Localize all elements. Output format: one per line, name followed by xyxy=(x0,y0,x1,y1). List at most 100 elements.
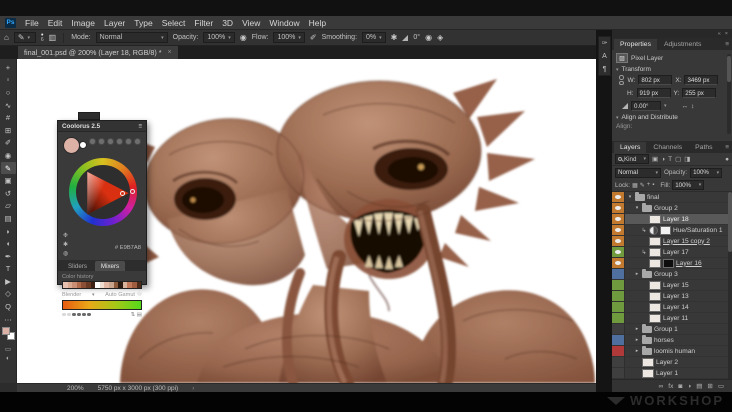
menu-item[interactable]: Image xyxy=(71,18,95,28)
layer-row[interactable]: Layer 15 copy 2 xyxy=(612,236,732,247)
layer-opacity-select[interactable]: 100% ▾ xyxy=(690,167,723,178)
properties-scrollbar[interactable] xyxy=(727,54,731,134)
layer-mask-thumbnail[interactable] xyxy=(663,258,674,268)
flip-gradient-icon[interactable]: ⇅ xyxy=(131,312,136,318)
menu-item[interactable]: File xyxy=(25,18,39,28)
flow-select[interactable]: 100% ▾ xyxy=(273,32,305,43)
visibility-toggle[interactable] xyxy=(612,368,625,379)
menu-item[interactable]: Help xyxy=(309,18,326,28)
layer-name[interactable]: horses xyxy=(654,337,674,344)
history-swatch[interactable] xyxy=(136,282,142,288)
brush-settings-icon[interactable]: ✑ xyxy=(602,39,608,47)
layer-name[interactable]: Layer 1 xyxy=(656,370,678,377)
lock-gamut-icon[interactable]: ◍ xyxy=(63,250,68,257)
layer-mask-icon[interactable]: ◙ xyxy=(678,383,682,390)
angle-dropdown-icon[interactable]: ▾ xyxy=(664,103,667,109)
layer-name[interactable]: Layer 18 xyxy=(663,216,689,223)
visibility-toggle[interactable] xyxy=(612,357,625,368)
quick-selection-tool[interactable]: ∿ xyxy=(1,99,16,112)
visibility-toggle[interactable] xyxy=(612,335,625,346)
marquee-tool[interactable]: ▫ xyxy=(1,74,16,87)
layer-blend-mode-select[interactable]: Normal ▾ xyxy=(615,167,661,178)
layer-thumbnail[interactable] xyxy=(642,324,652,333)
filter-toggle-icon[interactable]: ● xyxy=(725,156,729,163)
tab-adjustments[interactable]: Adjustments xyxy=(658,39,707,50)
coolorus-secondary-swatch[interactable] xyxy=(79,141,87,149)
expand-caret-icon[interactable] xyxy=(634,326,640,332)
collapse-panels-icon[interactable]: « xyxy=(718,31,721,37)
delete-layer-icon[interactable]: ▭ xyxy=(718,382,724,390)
layer-thumbnail[interactable] xyxy=(642,269,652,278)
layer-name[interactable]: Layer 15 xyxy=(663,282,689,289)
clone-stamp-tool[interactable]: ▣ xyxy=(1,174,16,187)
filter-adjustment-layers-icon[interactable]: ◑ xyxy=(661,156,665,163)
harmony-preset-icon[interactable] xyxy=(134,138,141,145)
visibility-toggle[interactable] xyxy=(612,203,625,214)
more-tools[interactable]: ⋯ xyxy=(1,313,16,326)
menu-item[interactable]: Window xyxy=(269,18,299,28)
visibility-toggle[interactable] xyxy=(612,280,625,291)
foreground-swatch[interactable] xyxy=(1,327,10,336)
expand-caret-icon[interactable] xyxy=(634,337,640,343)
quick-mask-icon[interactable]: ▭ xyxy=(5,345,11,353)
close-tab-icon[interactable]: × xyxy=(168,49,172,56)
layer-row[interactable]: Layer 2 xyxy=(612,357,732,368)
brush-preset-picker[interactable]: ✎ ▾ xyxy=(13,32,36,43)
crop-tool[interactable]: # xyxy=(1,111,16,124)
layer-effects-icon[interactable]: fx xyxy=(668,383,673,390)
x-field[interactable]: 3469 px xyxy=(684,75,719,85)
eraser-tool[interactable]: ▱ xyxy=(1,200,16,213)
settings-gear-icon[interactable]: ✱ xyxy=(63,241,68,248)
lasso-tool[interactable]: ○ xyxy=(1,86,16,99)
tab-mixers[interactable]: Mixers xyxy=(94,261,126,271)
width-field[interactable]: 802 px xyxy=(638,75,673,85)
lock-pixels-icon[interactable]: ✎ xyxy=(640,182,645,189)
layer-mask-thumbnail[interactable] xyxy=(660,225,671,235)
color-selector[interactable] xyxy=(120,191,125,196)
layer-thumbnail[interactable] xyxy=(642,357,654,367)
layers-menu-icon[interactable]: ≡ xyxy=(725,144,729,151)
layer-thumbnail[interactable] xyxy=(649,225,658,235)
height-field[interactable]: 919 px xyxy=(636,88,671,98)
layer-thumbnail[interactable] xyxy=(649,214,661,224)
layer-name[interactable]: Layer 2 xyxy=(656,359,678,366)
pressure-size-icon[interactable]: ◉ xyxy=(425,33,432,42)
layer-thumbnail[interactable] xyxy=(649,280,661,290)
visibility-toggle[interactable] xyxy=(612,291,625,302)
layer-row[interactable]: final xyxy=(612,192,732,203)
brush-angle-value[interactable]: 0° xyxy=(413,34,420,41)
layer-name[interactable]: Layer 14 xyxy=(663,304,689,311)
brush-preview[interactable]: • 6 xyxy=(41,32,44,43)
angle-field[interactable]: 0.00° xyxy=(631,101,661,111)
coolorus-panel-tab[interactable] xyxy=(78,112,100,120)
layer-thumbnail[interactable] xyxy=(642,335,652,344)
tab-sliders[interactable]: Sliders xyxy=(62,261,93,271)
pressure-opacity-icon[interactable]: ◉ xyxy=(240,33,247,42)
layer-thumbnail[interactable] xyxy=(635,192,645,201)
transform-section-label[interactable]: Transform xyxy=(622,66,651,73)
layer-name[interactable]: Group 3 xyxy=(654,271,678,278)
filter-shape-layers-icon[interactable]: ▢ xyxy=(675,155,681,163)
layer-name[interactable]: Layer 17 xyxy=(663,249,689,256)
layer-row[interactable]: horses xyxy=(612,335,732,346)
layer-name[interactable]: Hue/Saturation 1 xyxy=(673,227,723,234)
layer-row[interactable]: Layer 17 xyxy=(612,247,732,258)
layer-name[interactable]: loomis human xyxy=(654,348,695,355)
rgb-mode-icon[interactable]: ❉ xyxy=(63,232,68,239)
layer-row[interactable]: Group 3 xyxy=(612,269,732,280)
dodge-tool[interactable]: ◖ xyxy=(1,237,16,250)
gradient-tool[interactable]: ▤ xyxy=(1,212,16,225)
layer-name[interactable]: Layer 15 copy 2 xyxy=(663,238,710,245)
document-tab[interactable]: final_001.psd @ 200% (Layer 18, RGB/8) *… xyxy=(18,46,178,59)
brush-tool[interactable]: ✎ xyxy=(0,161,16,175)
harmony-preset-icon[interactable] xyxy=(125,138,132,145)
layer-thumbnail[interactable] xyxy=(649,291,661,301)
menu-item[interactable]: 3D xyxy=(222,18,233,28)
brush-panel-toggle-icon[interactable]: ▥ xyxy=(49,33,57,42)
harmony-preset-icon[interactable] xyxy=(89,138,96,145)
path-selection-tool[interactable]: ▶ xyxy=(1,275,16,288)
filter-smart-objects-icon[interactable]: ◨ xyxy=(684,155,690,163)
expand-caret-icon[interactable] xyxy=(634,271,640,277)
layer-row[interactable]: Layer 11 xyxy=(612,313,732,324)
lock-all-icon[interactable]: ▪ xyxy=(652,182,654,188)
